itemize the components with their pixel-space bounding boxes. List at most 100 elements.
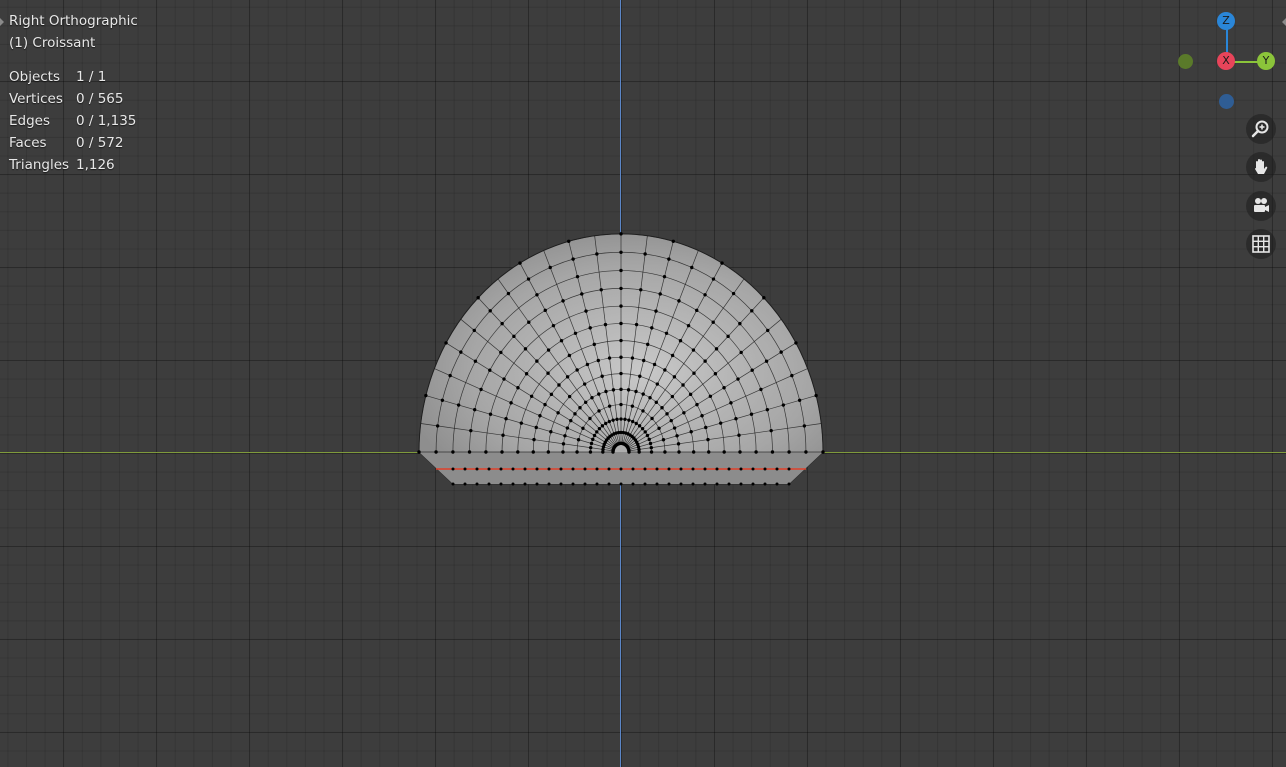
mesh-vertex xyxy=(658,292,662,296)
mesh-vertex xyxy=(590,396,594,400)
stat-row-triangles: Triangles 1,126 xyxy=(9,154,138,176)
mesh-vertex xyxy=(675,434,679,438)
mesh-vertex xyxy=(775,467,779,471)
mesh-vertex xyxy=(512,334,516,339)
mesh-vertex xyxy=(686,323,691,328)
negative-y-axis-button[interactable] xyxy=(1178,54,1193,69)
mesh-vertex xyxy=(655,467,659,471)
mesh-vertex xyxy=(619,402,623,407)
mesh-vertex xyxy=(619,321,623,326)
zoom-button[interactable] xyxy=(1246,114,1276,144)
mesh-vertex xyxy=(634,389,638,394)
mesh-vertex xyxy=(722,450,726,454)
mesh-vertex xyxy=(677,299,681,303)
mesh-vertex xyxy=(619,355,623,359)
mesh-vertex xyxy=(516,450,520,454)
camera-view-button[interactable] xyxy=(1246,191,1276,221)
mesh-vertex xyxy=(672,375,677,379)
stat-label: Faces xyxy=(9,135,47,151)
mesh-vertex xyxy=(575,368,579,372)
mesh-vertex xyxy=(689,429,693,434)
mesh-vertex xyxy=(650,416,654,421)
mesh-vertex xyxy=(722,386,726,390)
mesh-vertex xyxy=(676,442,681,446)
mesh-vertex xyxy=(739,482,743,486)
mesh-vertex xyxy=(473,359,478,363)
mesh-vertex xyxy=(549,429,553,434)
mesh-vertex xyxy=(589,441,594,446)
ortho-toggle-button[interactable] xyxy=(1246,229,1276,259)
mesh-vertex xyxy=(509,401,513,405)
mesh-vertex xyxy=(567,353,572,358)
mesh-vertex xyxy=(706,437,710,442)
y-axis-label: Y xyxy=(1262,54,1270,67)
mesh-vertex xyxy=(596,358,600,363)
mesh-vertex xyxy=(690,265,694,270)
mesh-vertex xyxy=(500,450,504,454)
mesh-vertex xyxy=(619,417,623,421)
mesh-vertex xyxy=(737,433,741,437)
y-axis-button[interactable]: Y xyxy=(1257,52,1275,70)
mesh-vertex xyxy=(762,296,766,300)
mesh-vertex xyxy=(751,467,755,471)
mesh-vertex xyxy=(649,450,654,454)
mesh-vertex xyxy=(639,288,643,292)
mesh-vertex xyxy=(511,467,515,471)
mesh-vertex xyxy=(463,482,467,486)
mesh-vertex xyxy=(506,291,511,296)
mesh-vertex xyxy=(619,338,623,343)
mesh-vertex xyxy=(797,398,802,403)
mesh-vertex xyxy=(654,400,659,404)
croissant-mesh[interactable] xyxy=(0,0,1286,767)
mesh-vertex xyxy=(467,450,472,454)
mesh-vertex xyxy=(718,421,723,425)
x-axis-button[interactable]: X xyxy=(1217,52,1235,70)
mesh-vertex xyxy=(711,277,716,281)
mesh-vertex xyxy=(751,482,755,486)
mesh-vertex xyxy=(543,308,547,313)
mesh-vertex xyxy=(643,252,647,256)
mesh-vertex xyxy=(459,350,463,354)
mesh-vertex xyxy=(787,482,791,486)
view-name: Right Orthographic xyxy=(9,13,138,29)
mesh-vertex xyxy=(556,411,560,415)
mesh-vertex xyxy=(488,368,492,372)
mesh-vertex xyxy=(604,389,608,394)
stat-value: 1,126 xyxy=(76,157,115,173)
stat-row-edges: Edges 0 / 1,135 xyxy=(9,110,138,132)
mesh-vertex xyxy=(703,467,707,471)
mesh-vertex xyxy=(595,252,599,256)
mesh-vertex xyxy=(667,257,671,261)
mesh-vertex xyxy=(534,425,538,430)
mesh-vertex xyxy=(567,239,571,243)
mesh-vertex xyxy=(662,274,667,279)
pan-button[interactable] xyxy=(1246,152,1276,182)
mesh-vertex xyxy=(691,450,696,454)
mesh-vertex xyxy=(504,417,508,421)
mesh-vertex xyxy=(488,309,492,313)
mesh-vertex xyxy=(714,347,719,351)
mesh-vertex xyxy=(603,322,608,327)
mesh-vertex xyxy=(607,419,612,424)
mesh-vertex xyxy=(626,388,631,392)
mesh-vertex xyxy=(561,442,566,446)
mesh-vertex xyxy=(678,338,683,343)
mesh-vertex xyxy=(657,426,661,430)
mesh-vertex xyxy=(607,467,611,471)
mesh-vertex xyxy=(565,426,570,430)
mesh-vertex xyxy=(643,467,647,471)
negative-z-axis-button[interactable] xyxy=(1219,94,1234,109)
mesh-vertex xyxy=(654,309,658,313)
viewport-info: Right Orthographic (1) Croissant Objects… xyxy=(9,10,138,176)
mesh-vertex xyxy=(588,450,593,454)
mesh-vertex xyxy=(634,421,638,426)
mesh-vertex xyxy=(754,450,758,454)
mesh-vertex xyxy=(444,341,448,345)
mesh-vertex xyxy=(476,296,480,300)
z-axis-button[interactable]: Z xyxy=(1217,12,1235,30)
mesh-vertex xyxy=(484,450,488,454)
mesh-vertex xyxy=(738,321,742,326)
mesh-vertex xyxy=(691,467,695,471)
mesh-vertex xyxy=(750,368,754,372)
mesh-vertex xyxy=(580,292,584,296)
